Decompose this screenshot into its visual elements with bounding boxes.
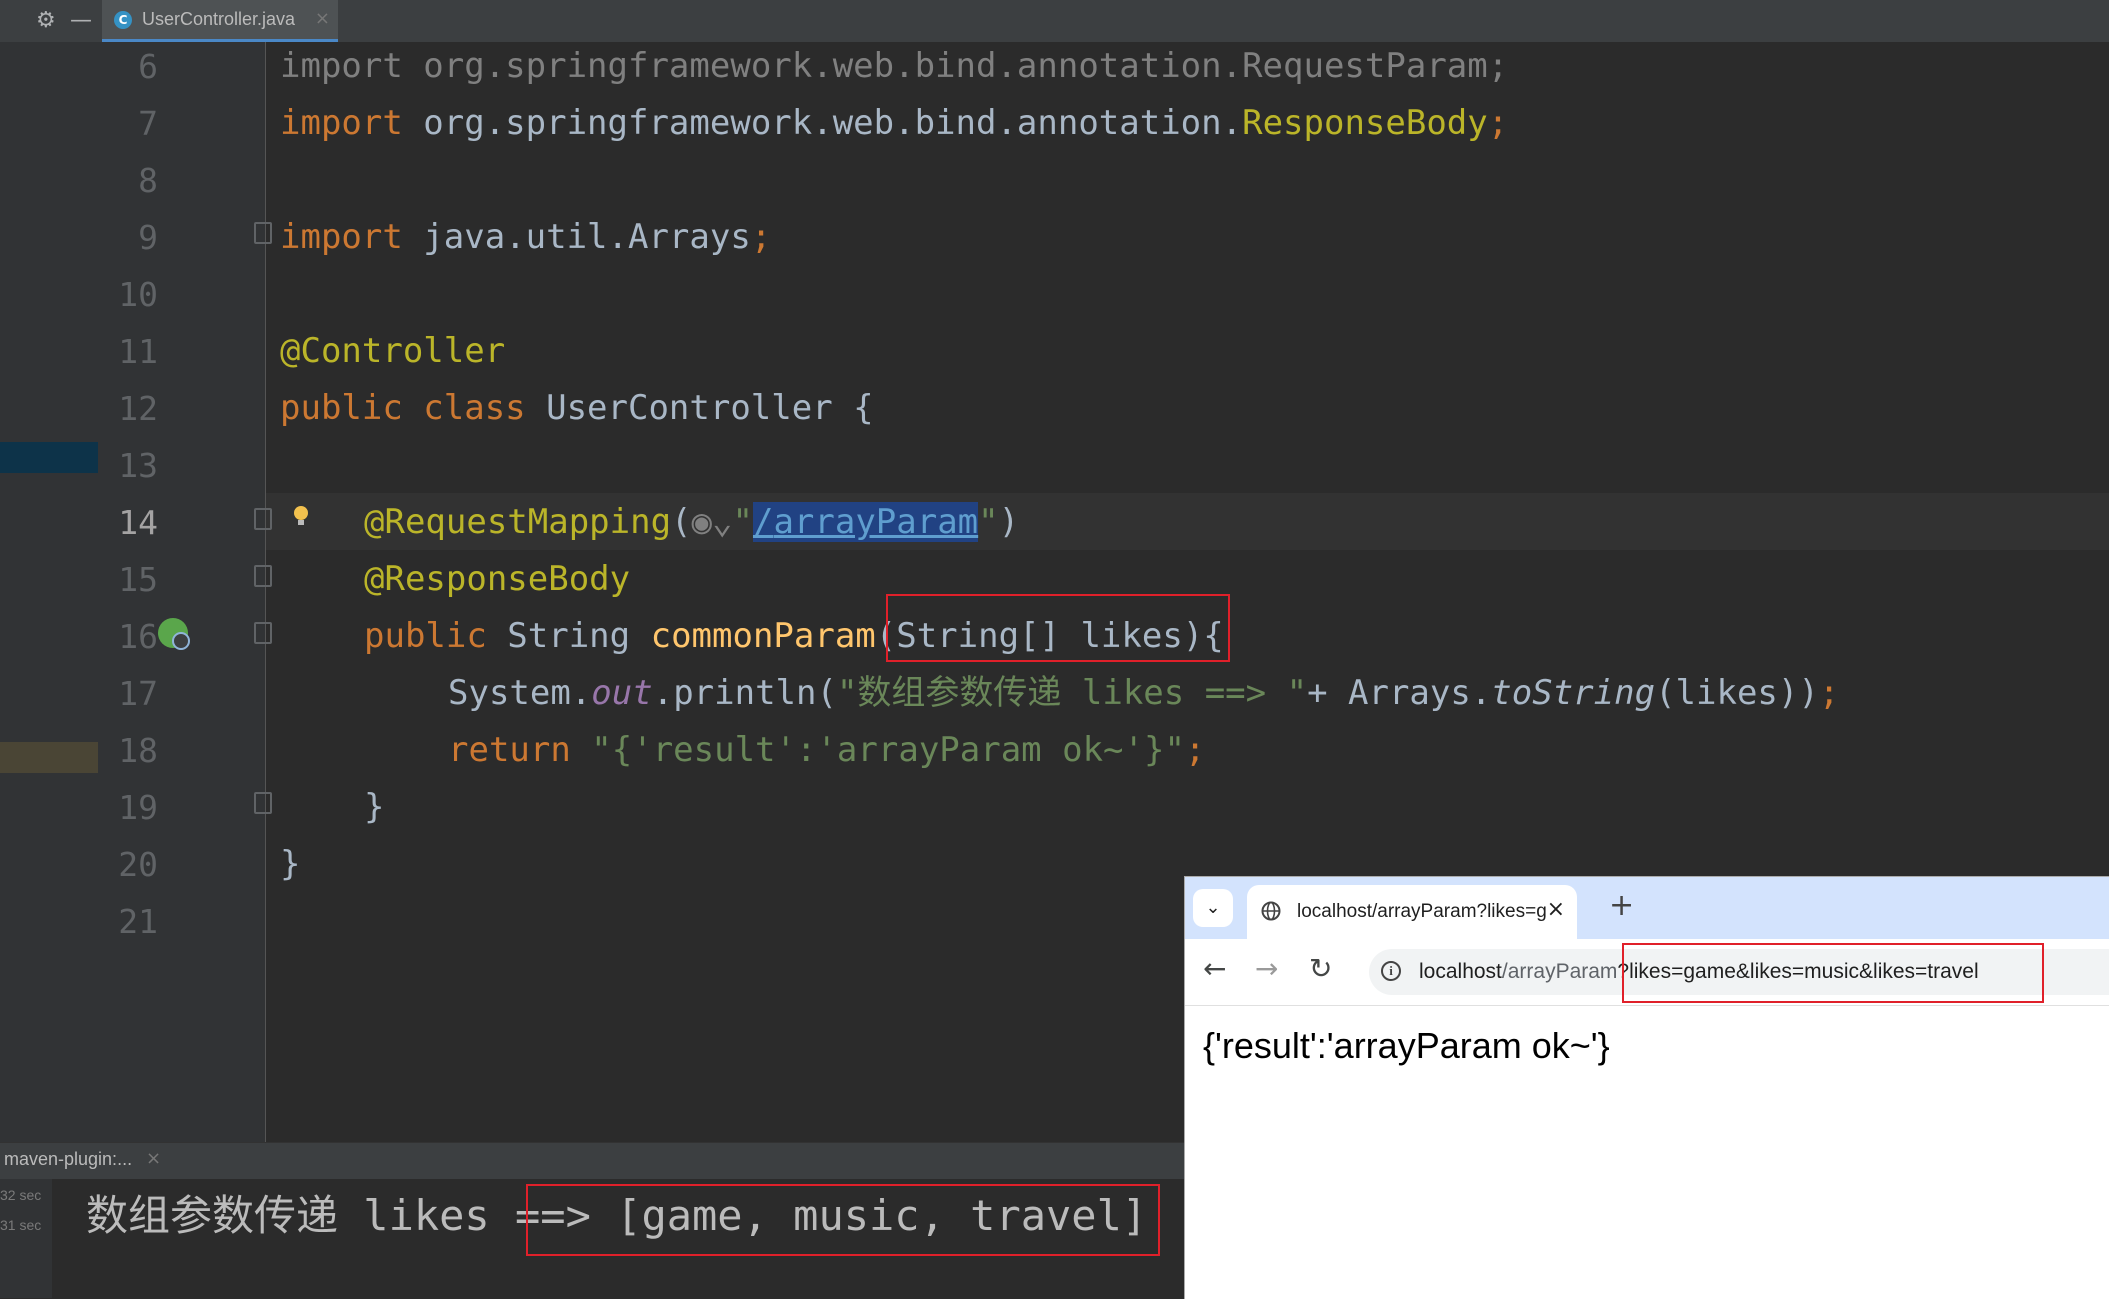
browser-tab[interactable]: localhost/arrayParam?likes=game&likes=mu… — [1247, 885, 1577, 939]
run-panel-header: maven-plugin:... × — [0, 1142, 1185, 1179]
java-class-icon: C — [114, 11, 132, 29]
line-number: 12 — [118, 389, 158, 428]
run-time: 32 sec — [0, 1187, 42, 1203]
line-number: 18 — [118, 731, 158, 770]
line-number: 20 — [118, 845, 158, 884]
code-line-6: import org.springframework.web.bind.anno… — [280, 46, 1509, 86]
line-number: 21 — [118, 902, 158, 941]
line-number: 6 — [138, 47, 158, 86]
code-line-14: @RequestMapping(◉⌄"/arrayParam") — [364, 502, 1020, 542]
settings-icon[interactable]: ⚙ — [36, 8, 56, 34]
fold-marker-icon[interactable] — [254, 792, 272, 814]
code-line-20: } — [280, 844, 301, 884]
highlight-box-query — [1622, 943, 2044, 1003]
run-tab-label[interactable]: maven-plugin:... — [4, 1149, 132, 1170]
code-line-12: public class UserController { — [280, 388, 874, 428]
fold-marker-icon[interactable] — [254, 508, 272, 530]
editor-tab-usercontroller[interactable]: C UserController.java × — [102, 0, 338, 42]
fold-marker-icon[interactable] — [254, 222, 272, 244]
line-number-current: 14 — [118, 503, 158, 542]
close-tab-icon[interactable]: × — [315, 8, 330, 29]
line-number: 16 — [118, 617, 158, 656]
spring-endpoint-icon[interactable] — [158, 618, 190, 650]
line-number: 13 — [118, 446, 158, 485]
line-number: 7 — [138, 104, 158, 143]
run-timeline: 32 sec 31 sec — [0, 1179, 52, 1298]
code-line-9: import java.util.Arrays; — [280, 217, 772, 257]
browser-tab-strip: ⌄ localhost/arrayParam?likes=game&likes=… — [1185, 877, 2109, 939]
run-time: 31 sec — [0, 1217, 42, 1233]
strip-marker — [0, 442, 98, 473]
code-line-15: @ResponseBody — [364, 559, 631, 599]
line-number: 11 — [118, 332, 158, 371]
minimize-icon[interactable]: — — [70, 8, 92, 34]
code-line-18: return "{'result':'arrayParam ok~'}"; — [448, 730, 1206, 770]
new-tab-button[interactable]: + — [1609, 891, 1634, 921]
forward-icon[interactable]: → — [1255, 953, 1278, 985]
browser-tab-title: localhost/arrayParam?likes=game&likes=mu… — [1297, 901, 1547, 922]
highlight-box-params — [886, 594, 1230, 662]
back-icon[interactable]: ← — [1203, 953, 1226, 985]
line-number: 8 — [138, 161, 158, 200]
code-line-11: @Controller — [280, 331, 506, 371]
fold-marker-icon[interactable] — [254, 622, 272, 644]
page-response-text: {'result':'arrayParam ok~'} — [1203, 1025, 1610, 1066]
globe-dropdown-icon[interactable]: ◉⌄ — [692, 502, 733, 542]
lightbulb-icon[interactable] — [294, 506, 308, 526]
highlight-box-console — [526, 1184, 1160, 1256]
fold-marker-icon[interactable] — [254, 565, 272, 587]
line-number: 19 — [118, 788, 158, 827]
selected-url-text[interactable]: arrayParam — [773, 502, 979, 542]
editor-tab-bar: ⚙ — C UserController.java × — [0, 0, 2109, 43]
line-number: 10 — [118, 275, 158, 314]
line-number: 17 — [118, 674, 158, 713]
strip-marker — [0, 742, 98, 773]
line-number: 15 — [118, 560, 158, 599]
tab-search-dropdown-icon[interactable]: ⌄ — [1193, 889, 1233, 927]
close-run-tab-icon[interactable]: × — [146, 1148, 161, 1169]
reload-icon[interactable]: ↻ — [1309, 953, 1332, 985]
line-number: 9 — [138, 218, 158, 257]
tool-window-strip — [0, 42, 98, 1142]
editor-tab-label: UserController.java — [142, 9, 296, 29]
code-line-17: System.out.println("数组参数传递 likes ==> "+ … — [448, 673, 1840, 713]
browser-window: ⌄ localhost/arrayParam?likes=game&likes=… — [1184, 876, 2109, 1299]
globe-icon — [1261, 901, 1281, 921]
code-line-19: } — [364, 787, 385, 827]
code-line-7: import org.springframework.web.bind.anno… — [280, 103, 1509, 143]
site-info-icon[interactable]: i — [1381, 961, 1401, 981]
close-browser-tab-icon[interactable]: × — [1547, 897, 1565, 922]
